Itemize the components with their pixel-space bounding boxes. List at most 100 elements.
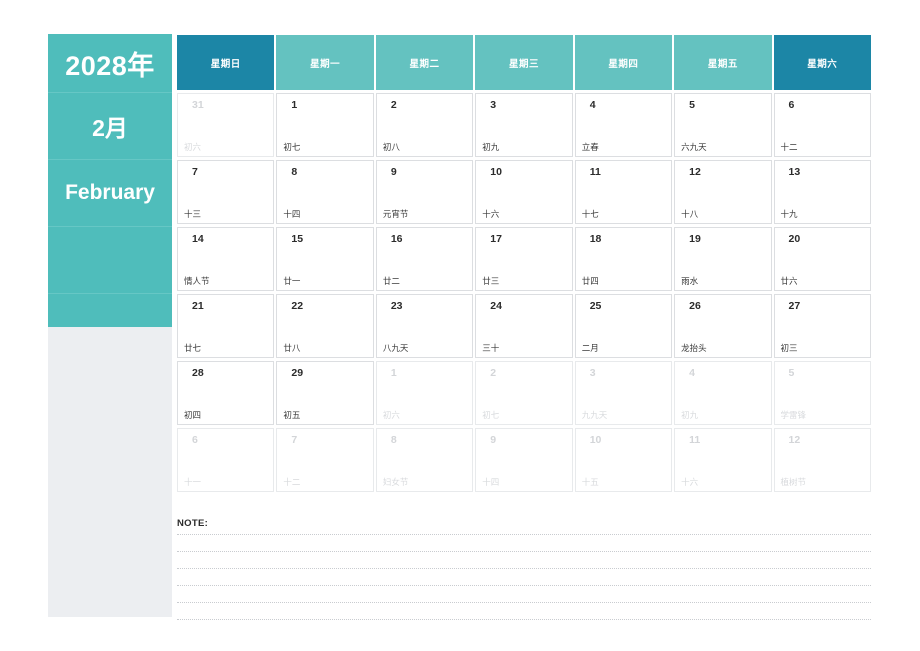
- note-ruled-line[interactable]: [177, 568, 871, 569]
- note-ruled-line[interactable]: [177, 551, 871, 552]
- day-cell-in-month[interactable]: 17 廿三: [475, 227, 573, 291]
- day-cell-in-month[interactable]: 2 初八: [375, 93, 474, 157]
- day-cell-in-month[interactable]: 28 初四: [177, 361, 275, 425]
- day-cell-in-month[interactable]: 16 廿二: [375, 227, 474, 291]
- day-cell-outside-month[interactable]: 31 初六: [177, 93, 275, 157]
- day-cell[interactable]: 7 十二: [275, 428, 374, 495]
- day-cell[interactable]: 18 廿四: [574, 227, 673, 294]
- day-cell[interactable]: 24 三十: [474, 294, 573, 361]
- day-cell[interactable]: 10 十六: [474, 160, 573, 227]
- day-cell[interactable]: 14 情人节: [176, 227, 275, 294]
- day-cell[interactable]: 29 初五: [275, 361, 374, 428]
- day-cell-in-month[interactable]: 8 十四: [276, 160, 374, 224]
- day-cell[interactable]: 6 十一: [176, 428, 275, 495]
- day-cell-in-month[interactable]: 4 立春: [574, 93, 673, 157]
- day-cell[interactable]: 5 学雷锋: [773, 361, 872, 428]
- day-cell[interactable]: 2 初七: [474, 361, 573, 428]
- day-cell-in-month[interactable]: 29 初五: [276, 361, 374, 425]
- day-cell-in-month[interactable]: 18 廿四: [574, 227, 673, 291]
- day-cell-in-month[interactable]: 24 三十: [475, 294, 573, 358]
- day-cell-in-month[interactable]: 22 廿八: [276, 294, 374, 358]
- weekday-label: 星期二: [409, 58, 440, 70]
- lunar-label: 初八: [382, 142, 400, 152]
- day-cell[interactable]: 10 十五: [574, 428, 673, 495]
- lunar-label: 九九天: [581, 410, 608, 420]
- day-cell[interactable]: 3 九九天: [574, 361, 673, 428]
- day-cell-in-month[interactable]: 3 初九: [475, 93, 573, 157]
- day-cell[interactable]: 31 初六: [176, 93, 275, 160]
- day-number: 10: [490, 166, 502, 178]
- weekday-header-3: 星期三: [475, 35, 573, 90]
- day-cell[interactable]: 9 元宵节: [375, 160, 474, 227]
- day-cell-outside-month[interactable]: 6 十一: [177, 428, 275, 492]
- day-cell-in-month[interactable]: 19 雨水: [674, 227, 772, 291]
- day-cell-outside-month[interactable]: 1 初六: [375, 361, 474, 425]
- day-cell-outside-month[interactable]: 4 初九: [674, 361, 772, 425]
- day-cell-outside-month[interactable]: 9 十四: [475, 428, 573, 492]
- day-cell-outside-month[interactable]: 11 十六: [674, 428, 772, 492]
- day-cell-in-month[interactable]: 15 廿一: [276, 227, 374, 291]
- day-cell-in-month[interactable]: 12 十八: [674, 160, 772, 224]
- day-cell-in-month[interactable]: 10 十六: [475, 160, 573, 224]
- day-cell-in-month[interactable]: 6 十二: [773, 93, 871, 157]
- day-cell[interactable]: 21 廿七: [176, 294, 275, 361]
- day-cell[interactable]: 23 八九天: [375, 294, 474, 361]
- day-cell-in-month[interactable]: 26 龙抬头: [674, 294, 772, 358]
- day-cell[interactable]: 2 初八: [375, 93, 474, 160]
- day-cell-outside-month[interactable]: 8 妇女节: [375, 428, 474, 492]
- day-cell-in-month[interactable]: 9 元宵节: [375, 160, 474, 224]
- day-cell[interactable]: 8 十四: [275, 160, 374, 227]
- day-cell[interactable]: 13 十九: [773, 160, 872, 227]
- day-cell[interactable]: 12 十八: [673, 160, 772, 227]
- day-cell[interactable]: 3 初九: [474, 93, 573, 160]
- day-cell[interactable]: 11 十七: [574, 160, 673, 227]
- day-cell-in-month[interactable]: 1 初七: [276, 93, 374, 157]
- day-cell-outside-month[interactable]: 12 植树节: [773, 428, 871, 492]
- day-cell[interactable]: 5 六九天: [673, 93, 772, 160]
- note-ruled-line[interactable]: [177, 585, 871, 586]
- day-cell[interactable]: 28 初四: [176, 361, 275, 428]
- day-cell-in-month[interactable]: 5 六九天: [674, 93, 772, 157]
- day-cell-in-month[interactable]: 20 廿六: [773, 227, 871, 291]
- day-cell[interactable]: 20 廿六: [773, 227, 872, 294]
- day-cell[interactable]: 25 二月: [574, 294, 673, 361]
- day-cell-outside-month[interactable]: 3 九九天: [574, 361, 673, 425]
- month-en-label: February: [65, 181, 155, 204]
- day-number: 12: [689, 166, 701, 178]
- day-cell[interactable]: 8 妇女节: [375, 428, 474, 495]
- day-cell-in-month[interactable]: 13 十九: [773, 160, 871, 224]
- day-cell-in-month[interactable]: 23 八九天: [375, 294, 474, 358]
- lunar-label: 廿八: [283, 343, 301, 353]
- note-ruled-line[interactable]: [177, 602, 871, 603]
- day-cell[interactable]: 1 初六: [375, 361, 474, 428]
- day-cell-in-month[interactable]: 27 初三: [773, 294, 871, 358]
- sidebar-blank-block-2: [48, 294, 172, 327]
- day-cell-in-month[interactable]: 11 十七: [574, 160, 673, 224]
- day-cell[interactable]: 16 廿二: [375, 227, 474, 294]
- day-cell-outside-month[interactable]: 5 学雷锋: [773, 361, 871, 425]
- day-cell-in-month[interactable]: 21 廿七: [177, 294, 275, 358]
- day-cell[interactable]: 1 初七: [275, 93, 374, 160]
- day-cell-outside-month[interactable]: 10 十五: [574, 428, 673, 492]
- note-ruled-line[interactable]: [177, 534, 871, 535]
- day-cell[interactable]: 6 十二: [773, 93, 872, 160]
- day-cell[interactable]: 26 龙抬头: [673, 294, 772, 361]
- day-cell-outside-month[interactable]: 7 十二: [276, 428, 374, 492]
- day-cell[interactable]: 22 廿八: [275, 294, 374, 361]
- day-cell[interactable]: 12 植树节: [773, 428, 872, 495]
- day-cell[interactable]: 15 廿一: [275, 227, 374, 294]
- day-cell[interactable]: 11 十六: [673, 428, 772, 495]
- note-ruled-line[interactable]: [177, 619, 871, 620]
- day-cell[interactable]: 27 初三: [773, 294, 872, 361]
- day-cell-outside-month[interactable]: 2 初七: [475, 361, 573, 425]
- day-cell-in-month[interactable]: 7 十三: [177, 160, 275, 224]
- day-cell[interactable]: 17 廿三: [474, 227, 573, 294]
- day-cell[interactable]: 4 立春: [574, 93, 673, 160]
- day-cell-in-month[interactable]: 25 二月: [574, 294, 673, 358]
- day-cell-in-month[interactable]: 14 情人节: [177, 227, 275, 291]
- day-cell[interactable]: 19 雨水: [673, 227, 772, 294]
- day-cell[interactable]: 7 十三: [176, 160, 275, 227]
- day-cell[interactable]: 9 十四: [474, 428, 573, 495]
- weekday-header-cell: 星期二: [375, 34, 474, 93]
- day-cell[interactable]: 4 初九: [673, 361, 772, 428]
